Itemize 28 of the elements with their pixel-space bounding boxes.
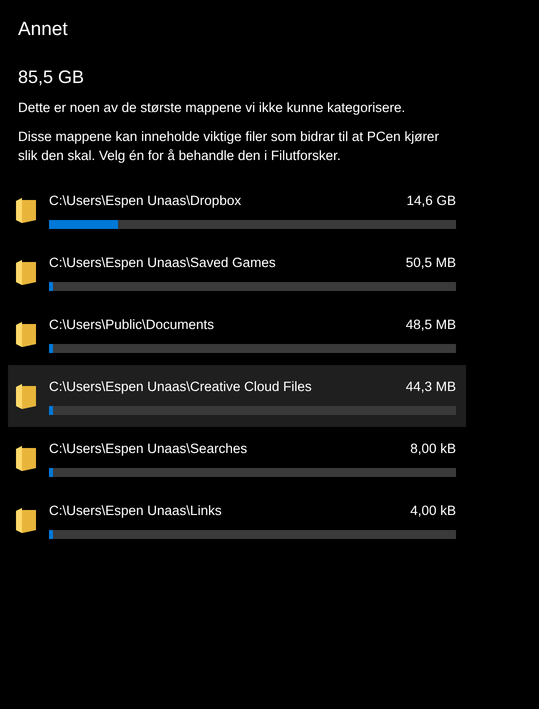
folder-icon — [16, 260, 37, 285]
folder-row[interactable]: C:\Users\Espen Unaas\Links 4,00 kB — [8, 489, 466, 551]
folder-path: C:\Users\Espen Unaas\Dropbox — [49, 192, 242, 210]
folder-row[interactable]: C:\Users\Espen Unaas\Searches 8,00 kB — [8, 427, 466, 489]
folder-size: 14,6 GB — [406, 192, 456, 210]
folder-icon — [16, 322, 37, 347]
folder-size: 50,5 MB — [406, 254, 456, 272]
folder-path: C:\Users\Espen Unaas\Saved Games — [49, 254, 276, 272]
folder-row[interactable]: C:\Users\Espen Unaas\Saved Games 50,5 MB — [8, 241, 466, 303]
total-size: 85,5 GB — [18, 66, 86, 88]
page-title: Annet — [18, 18, 69, 42]
folder-size: 48,5 MB — [406, 316, 456, 334]
folder-path: C:\Users\Espen Unaas\Searches — [49, 440, 248, 458]
folder-size: 4,00 kB — [410, 502, 456, 520]
folder-path: C:\Users\Espen Unaas\Creative Cloud Files — [49, 378, 312, 396]
folder-row[interactable]: C:\Users\Public\Documents 48,5 MB — [8, 303, 466, 365]
folder-path: C:\Users\Public\Documents — [49, 316, 214, 334]
folder-icon — [16, 508, 37, 533]
folder-size: 8,00 kB — [410, 440, 456, 458]
folder-row[interactable]: C:\Users\Espen Unaas\Dropbox 14,6 GB — [8, 179, 466, 241]
folder-icon — [16, 198, 37, 223]
folder-size: 44,3 MB — [406, 378, 456, 396]
instructions-text: Disse mappene kan inneholde viktige filer som bidrar til at PCen kjører slik den skal. Velg én for å behandle den i Filutforsker. — [18, 128, 440, 165]
folder-icon — [16, 384, 37, 409]
folder-row[interactable]: C:\Users\Espen Unaas\Creative Cloud Files 44,3 MB — [8, 365, 466, 427]
folder-icon — [16, 446, 37, 471]
folder-path: C:\Users\Espen Unaas\Links — [49, 502, 222, 520]
description-text: Dette er noen av de største mappene vi ikke kunne kategorisere. — [18, 99, 406, 117]
